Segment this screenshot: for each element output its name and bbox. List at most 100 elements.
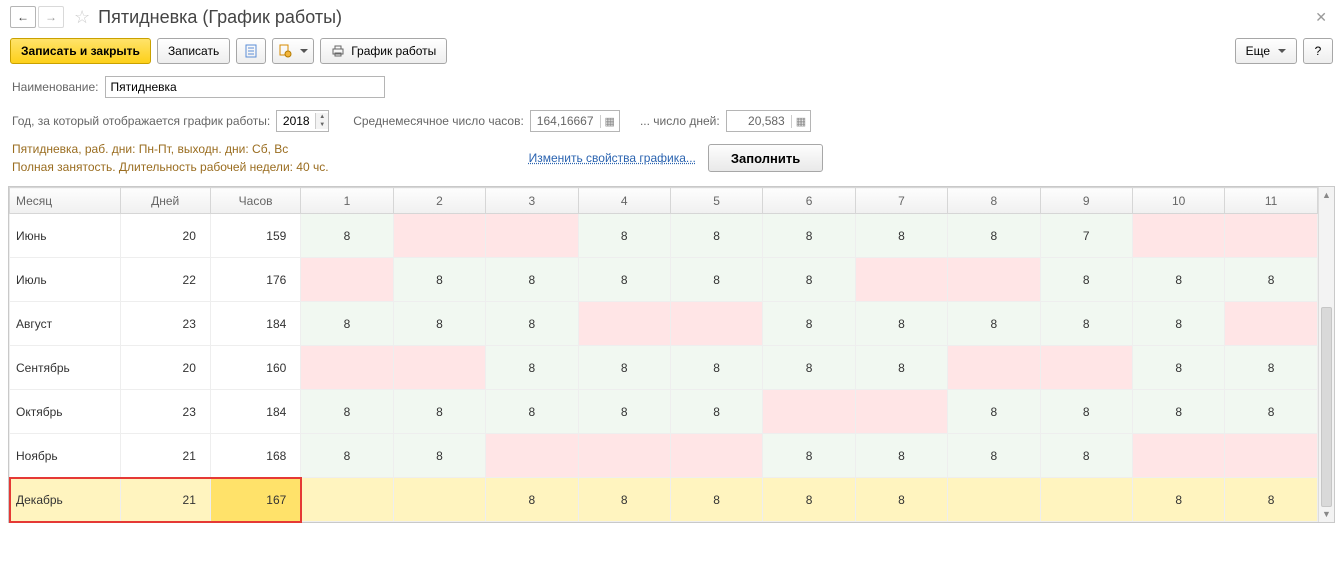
- fill-button[interactable]: Заполнить: [708, 144, 823, 172]
- list-view-button[interactable]: [236, 38, 266, 64]
- cell-day[interactable]: 8: [948, 434, 1040, 478]
- cell-day[interactable]: [486, 434, 578, 478]
- cell-hours[interactable]: 184: [210, 302, 300, 346]
- cell-day[interactable]: 8: [1225, 478, 1317, 522]
- save-close-button[interactable]: Записать и закрыть: [10, 38, 151, 64]
- cell-day[interactable]: 8: [855, 302, 947, 346]
- col-header-day[interactable]: 5: [670, 188, 762, 214]
- cell-hours[interactable]: 176: [210, 258, 300, 302]
- cell-day[interactable]: 8: [578, 390, 670, 434]
- year-input[interactable]: [277, 112, 315, 130]
- cell-day[interactable]: 8: [1132, 258, 1224, 302]
- cell-day[interactable]: 8: [1040, 434, 1132, 478]
- cell-day[interactable]: [1225, 214, 1317, 258]
- cell-day[interactable]: [1040, 346, 1132, 390]
- avg-hours-box[interactable]: 164,16667 ▦: [530, 110, 620, 132]
- table-row[interactable]: Июль2217688888888: [10, 258, 1334, 302]
- year-spinner[interactable]: ▲ ▼: [276, 110, 329, 132]
- cell-day[interactable]: [670, 302, 762, 346]
- cell-day[interactable]: [1132, 214, 1224, 258]
- table-row[interactable]: Декабрь211678888888: [10, 478, 1334, 522]
- cell-day[interactable]: 8: [948, 302, 1040, 346]
- cell-month[interactable]: Июнь: [10, 214, 121, 258]
- avg-days-box[interactable]: 20,583 ▦: [726, 110, 811, 132]
- cell-day[interactable]: 8: [301, 214, 393, 258]
- cell-day[interactable]: [1132, 434, 1224, 478]
- cell-day[interactable]: 8: [763, 302, 855, 346]
- cell-day[interactable]: [301, 478, 393, 522]
- cell-days[interactable]: 22: [120, 258, 210, 302]
- cell-day[interactable]: [301, 346, 393, 390]
- name-input[interactable]: [105, 76, 385, 98]
- table-row[interactable]: Август2318488888888: [10, 302, 1334, 346]
- print-button[interactable]: График работы: [320, 38, 447, 64]
- cell-hours[interactable]: 167: [210, 478, 300, 522]
- cell-day[interactable]: 8: [301, 434, 393, 478]
- cell-day[interactable]: 8: [1225, 390, 1317, 434]
- forward-button[interactable]: →: [38, 6, 64, 28]
- back-button[interactable]: ←: [10, 6, 36, 28]
- cell-days[interactable]: 23: [120, 302, 210, 346]
- cell-days[interactable]: 21: [120, 478, 210, 522]
- calculator-icon[interactable]: ▦: [600, 115, 619, 128]
- cell-hours[interactable]: 160: [210, 346, 300, 390]
- col-header-day[interactable]: 1: [301, 188, 393, 214]
- year-down-button[interactable]: ▼: [315, 121, 328, 129]
- cell-day[interactable]: 8: [855, 214, 947, 258]
- cell-day[interactable]: 8: [670, 258, 762, 302]
- cell-day[interactable]: [393, 346, 485, 390]
- cell-day[interactable]: 8: [763, 346, 855, 390]
- cell-day[interactable]: 8: [670, 214, 762, 258]
- cell-day[interactable]: 8: [301, 302, 393, 346]
- cell-day[interactable]: 8: [486, 302, 578, 346]
- cell-month[interactable]: Октябрь: [10, 390, 121, 434]
- cell-day[interactable]: [948, 258, 1040, 302]
- cell-day[interactable]: 8: [763, 434, 855, 478]
- cell-day[interactable]: [393, 214, 485, 258]
- config-button[interactable]: [272, 38, 314, 64]
- cell-day[interactable]: [578, 434, 670, 478]
- cell-day[interactable]: 8: [1132, 478, 1224, 522]
- cell-day[interactable]: 8: [1040, 302, 1132, 346]
- cell-day[interactable]: 7: [1040, 214, 1132, 258]
- cell-day[interactable]: 8: [393, 302, 485, 346]
- cell-day[interactable]: [301, 258, 393, 302]
- cell-day[interactable]: 8: [1040, 390, 1132, 434]
- cell-day[interactable]: 8: [1132, 390, 1224, 434]
- col-header-hours[interactable]: Часов: [210, 188, 300, 214]
- cell-day[interactable]: 8: [763, 478, 855, 522]
- cell-day[interactable]: 8: [670, 346, 762, 390]
- cell-day[interactable]: 8: [578, 478, 670, 522]
- col-header-day[interactable]: 10: [1132, 188, 1224, 214]
- col-header-day[interactable]: 7: [855, 188, 947, 214]
- col-header-days[interactable]: Дней: [120, 188, 210, 214]
- cell-hours[interactable]: 159: [210, 214, 300, 258]
- cell-day[interactable]: 8: [486, 478, 578, 522]
- calculator-icon[interactable]: ▦: [791, 115, 810, 128]
- col-header-day[interactable]: 9: [1040, 188, 1132, 214]
- cell-day[interactable]: 8: [948, 214, 1040, 258]
- cell-day[interactable]: [1040, 478, 1132, 522]
- cell-day[interactable]: 8: [763, 214, 855, 258]
- cell-day[interactable]: [948, 346, 1040, 390]
- cell-month[interactable]: Сентябрь: [10, 346, 121, 390]
- cell-hours[interactable]: 168: [210, 434, 300, 478]
- scrollbar-thumb[interactable]: [1321, 307, 1332, 507]
- cell-day[interactable]: 8: [1040, 258, 1132, 302]
- cell-day[interactable]: 8: [486, 390, 578, 434]
- cell-day[interactable]: [855, 258, 947, 302]
- col-header-month[interactable]: Месяц: [10, 188, 121, 214]
- cell-day[interactable]: 8: [1225, 258, 1317, 302]
- cell-days[interactable]: 21: [120, 434, 210, 478]
- cell-month[interactable]: Август: [10, 302, 121, 346]
- cell-days[interactable]: 20: [120, 214, 210, 258]
- cell-day[interactable]: [855, 390, 947, 434]
- col-header-day[interactable]: 8: [948, 188, 1040, 214]
- cell-day[interactable]: 8: [670, 390, 762, 434]
- vertical-scrollbar[interactable]: [1318, 187, 1334, 522]
- cell-day[interactable]: 8: [763, 258, 855, 302]
- cell-day[interactable]: 8: [855, 434, 947, 478]
- cell-day[interactable]: 8: [1132, 346, 1224, 390]
- cell-day[interactable]: [670, 434, 762, 478]
- table-row[interactable]: Сентябрь201608888888: [10, 346, 1334, 390]
